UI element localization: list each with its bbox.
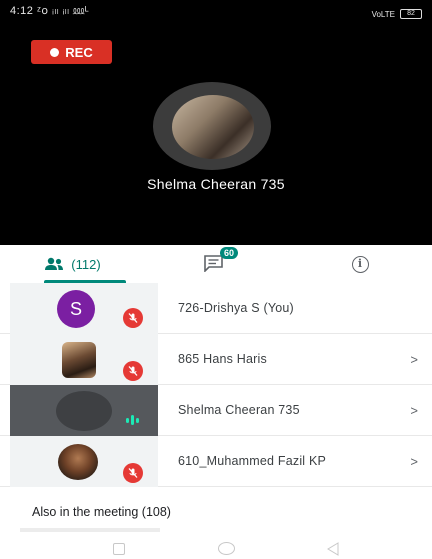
chevron-right-icon[interactable]: > — [410, 436, 418, 487]
speaking-icon — [126, 415, 139, 425]
chat-icon-wrap: 60 — [203, 247, 239, 274]
info-icon: i — [351, 255, 369, 273]
participant-name: 726-Drishya S (You) — [178, 301, 294, 315]
rec-badge: REC — [31, 40, 112, 64]
status-right: VoLTE 82 — [372, 9, 422, 19]
meeting-tabs: (112) 60 i — [0, 245, 432, 283]
avatar — [56, 391, 112, 431]
participant-name: 865 Hans Haris — [178, 352, 267, 366]
chevron-right-icon[interactable]: > — [410, 385, 418, 436]
avatar — [62, 342, 96, 378]
people-icon — [45, 257, 64, 270]
avatar — [58, 444, 98, 480]
home-icon[interactable] — [218, 542, 235, 555]
battery-icon: 82 — [400, 9, 422, 19]
participant-tile — [10, 385, 158, 436]
tab-info[interactable]: i — [288, 245, 432, 283]
tab-chat[interactable]: 60 — [144, 245, 288, 283]
mic-off-icon — [123, 361, 143, 381]
participant-name: 610_Muhammed Fazil KP — [178, 454, 327, 468]
chevron-right-icon[interactable]: > — [410, 334, 418, 385]
rec-label: REC — [65, 44, 93, 60]
volte-icon: VoLTE — [371, 9, 395, 19]
speaker-avatar — [172, 95, 254, 159]
avatar: S — [57, 290, 95, 328]
mic-off-icon — [123, 463, 143, 483]
mic-off-icon — [123, 308, 143, 328]
participant-row[interactable]: 865 Hans Haris > — [0, 334, 432, 385]
recents-icon[interactable] — [113, 543, 125, 555]
signal-icons: ᶻ꧐ ᵢₗₗ ᵢₗₗ ⅏ᴸ — [36, 5, 90, 17]
people-count: (112) — [71, 256, 101, 272]
participant-row[interactable]: Shelma Cheeran 735 > — [0, 385, 432, 436]
participant-name: Shelma Cheeran 735 — [178, 403, 300, 417]
video-stage[interactable]: 4:12 ᶻ꧐ ᵢₗₗ ᵢₗₗ ⅏ᴸ VoLTE 82 REC Shelma C… — [0, 0, 432, 245]
speaker-name: Shelma Cheeran 735 — [147, 176, 285, 192]
system-nav-bar — [0, 532, 432, 559]
also-in-meeting-heading: Also in the meeting (108) — [32, 505, 171, 519]
chat-unread-badge: 60 — [220, 247, 239, 259]
participant-row[interactable]: 610_Muhammed Fazil KP > — [0, 436, 432, 487]
back-icon[interactable] — [325, 542, 341, 559]
participant-list: S 726-Drishya S (You) 865 Hans Haris > S… — [0, 283, 432, 487]
status-bar: 4:12 ᶻ꧐ ᵢₗₗ ᵢₗₗ ⅏ᴸ VoLTE 82 — [10, 3, 422, 25]
status-time: 4:12 — [10, 5, 34, 17]
tab-people[interactable]: (112) — [0, 245, 144, 283]
participant-row[interactable]: S 726-Drishya S (You) — [0, 283, 432, 334]
record-dot-icon — [50, 47, 60, 57]
status-left: 4:12 ᶻ꧐ ᵢₗₗ ᵢₗₗ ⅏ᴸ — [10, 3, 89, 25]
